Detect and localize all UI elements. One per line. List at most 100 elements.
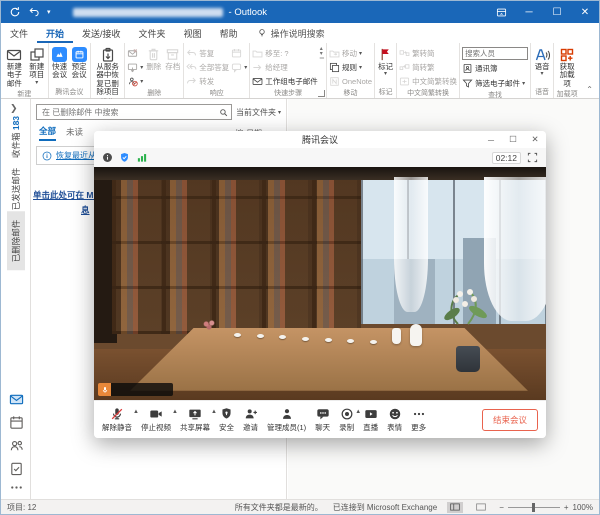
recover-deleted-items-button[interactable]: 从服务器中恢复已删除项目 xyxy=(93,45,122,97)
meeting-close-button[interactable]: ✕ xyxy=(524,131,546,148)
search-people-input[interactable] xyxy=(462,47,528,60)
tab-all[interactable]: 全部 xyxy=(39,125,56,141)
meeting-security-shield-icon[interactable] xyxy=(119,152,130,163)
meeting-button xyxy=(231,47,247,60)
live-stream-button[interactable]: 直播 xyxy=(363,406,378,433)
participant-name-redacted xyxy=(111,383,173,396)
nav-calendar-icon[interactable] xyxy=(9,415,24,430)
security-button[interactable]: 安全 xyxy=(219,406,234,433)
more-button[interactable]: 更多 xyxy=(411,406,426,433)
follow-up-flag-button[interactable]: 标记 ▾ xyxy=(377,45,394,79)
quickstep-to-manager: 给经理 xyxy=(252,61,318,74)
zoom-out-button[interactable]: − xyxy=(499,503,504,512)
stop-video-button[interactable]: 停止视频▲ xyxy=(141,406,171,433)
close-button[interactable]: ✕ xyxy=(571,1,599,23)
video-options-caret[interactable]: ▲ xyxy=(172,409,178,415)
network-signal-icon[interactable] xyxy=(136,152,148,163)
record-button[interactable]: 录制▲ xyxy=(339,406,354,433)
tab-unread[interactable]: 未读 xyxy=(66,126,83,140)
nav-more-icon[interactable] xyxy=(9,480,24,495)
emoji-button[interactable]: 表情 xyxy=(387,406,402,433)
schedule-meeting-icon xyxy=(72,47,87,62)
items-count: 项目: 12 xyxy=(7,502,36,513)
filter-email-button[interactable]: 筛选电子邮件▾ xyxy=(462,77,528,90)
junk-button[interactable]: ▾ xyxy=(127,75,143,88)
meeting-minimize-button[interactable]: ─ xyxy=(480,131,502,148)
mic-muted-icon xyxy=(110,406,124,421)
maximize-button[interactable]: ☐ xyxy=(543,1,571,23)
meeting-toolbar: 解除静音▲ 停止视频▲ 共享屏幕▲ 安全 邀请 管理成员(1) xyxy=(94,400,546,438)
ribbon-group-speech: 语音 ▾ 语音 xyxy=(531,43,554,98)
members-icon xyxy=(280,406,294,421)
ribbon-display-options-button[interactable] xyxy=(487,1,515,23)
traditional-to-simplified-button: 繁转简 xyxy=(399,47,457,60)
meeting-timer: 02:12 xyxy=(492,152,521,164)
quick-meeting-icon xyxy=(52,47,67,62)
new-items-button[interactable]: 新建项目 ▾ xyxy=(28,45,46,87)
invite-button[interactable]: 邀请 xyxy=(243,406,258,433)
tab-home[interactable]: 开始 xyxy=(37,23,73,43)
quickstep-team-email[interactable]: 工作组电子邮件 xyxy=(252,75,318,88)
zoom-in-button[interactable]: + xyxy=(564,503,569,512)
meeting-info-icon[interactable] xyxy=(102,152,113,163)
minimize-button[interactable]: ─ xyxy=(515,1,543,23)
quick-steps-scroll[interactable]: ▴▾═ xyxy=(320,45,324,62)
quick-meeting-button[interactable]: 快速会议 xyxy=(51,45,69,81)
nav-tasks-icon[interactable] xyxy=(9,461,24,476)
folder-deleted-items[interactable]: 已删除邮件 xyxy=(7,212,25,271)
search-box[interactable] xyxy=(36,104,232,120)
folder-inbox[interactable]: 收件箱 183 xyxy=(7,108,25,166)
new-email-button[interactable]: 新建电子邮件 xyxy=(3,45,26,89)
qat-customize-icon[interactable]: ▾ xyxy=(47,8,51,16)
tab-help[interactable]: 帮助 xyxy=(211,23,247,43)
share-options-caret[interactable]: ▲ xyxy=(211,409,217,415)
zoom-slider[interactable] xyxy=(508,507,560,508)
search-input[interactable] xyxy=(40,107,219,118)
get-addins-button[interactable]: 获取加载项 xyxy=(556,45,578,89)
search-scope-dropdown[interactable]: 当前文件夹▾ xyxy=(236,107,281,118)
tab-view[interactable]: 视图 xyxy=(175,23,211,43)
record-options-caret[interactable]: ▲ xyxy=(355,409,361,415)
share-screen-button[interactable]: 共享屏幕▲ xyxy=(180,406,210,433)
nav-mail-icon[interactable] xyxy=(9,392,24,407)
folder-sent-items[interactable]: 已发送邮件 xyxy=(7,160,25,219)
status-bar: 项目: 12 所有文件夹都是最新的。 已连接到 Microsoft Exchan… xyxy=(1,499,599,514)
read-aloud-button[interactable]: 语音 ▾ xyxy=(533,45,551,79)
quick-steps-dialog-launcher[interactable] xyxy=(318,90,325,97)
trash-icon xyxy=(146,46,161,63)
scene-ceiling xyxy=(94,167,546,180)
zoom-slider-handle[interactable] xyxy=(532,503,535,512)
meeting-title-bar[interactable]: 腾讯会议 ─ ☐ ✕ xyxy=(94,131,546,148)
zoom-percent: 100% xyxy=(573,503,593,512)
fullscreen-icon[interactable] xyxy=(527,152,538,163)
meeting-maximize-button[interactable]: ☐ xyxy=(502,131,524,148)
tab-file[interactable]: 文件 xyxy=(1,23,37,43)
manage-members-button[interactable]: 管理成员(1) xyxy=(267,406,306,433)
meeting-status-row: 02:12 xyxy=(94,148,546,167)
schedule-meeting-button[interactable]: 预定会议 xyxy=(70,45,88,81)
end-meeting-button[interactable]: 结束会议 xyxy=(482,409,538,431)
ribbon-group-find: 通讯簿 筛选电子邮件▾ 查找 xyxy=(460,43,531,98)
tell-me-search[interactable]: 操作说明搜索 xyxy=(247,27,325,40)
addins-grid-icon xyxy=(559,46,575,63)
zoom-control: − + 100% xyxy=(499,503,593,512)
chat-button[interactable]: 聊天 xyxy=(315,406,330,433)
tab-send-receive[interactable]: 发送/接收 xyxy=(73,23,130,43)
undo-icon[interactable] xyxy=(28,6,40,18)
scene-teapot xyxy=(410,324,422,346)
rules-button[interactable]: 规则▾ xyxy=(329,61,372,74)
ribbon-group-chinese-conversion: 繁转简 简转繁 中文简繁转换 中文简繁转换 xyxy=(397,43,460,98)
send-receive-icon[interactable] xyxy=(9,6,21,18)
normal-view-button[interactable] xyxy=(447,502,463,513)
archive-button: 存档 xyxy=(164,45,181,72)
window-controls: ─ ☐ ✕ xyxy=(487,1,599,23)
collapse-ribbon-button[interactable]: ⌃ xyxy=(580,43,599,98)
unmute-button[interactable]: 解除静音▲ xyxy=(102,406,132,433)
unmute-options-caret[interactable]: ▲ xyxy=(133,409,139,415)
reading-view-button[interactable] xyxy=(473,502,489,513)
chinese-conversion-button: 中文简繁转换 xyxy=(399,75,457,88)
tab-folder[interactable]: 文件夹 xyxy=(130,23,175,43)
ignore-button xyxy=(127,47,143,60)
nav-people-icon[interactable] xyxy=(9,438,24,453)
address-book-button[interactable]: 通讯簿 xyxy=(462,62,528,75)
